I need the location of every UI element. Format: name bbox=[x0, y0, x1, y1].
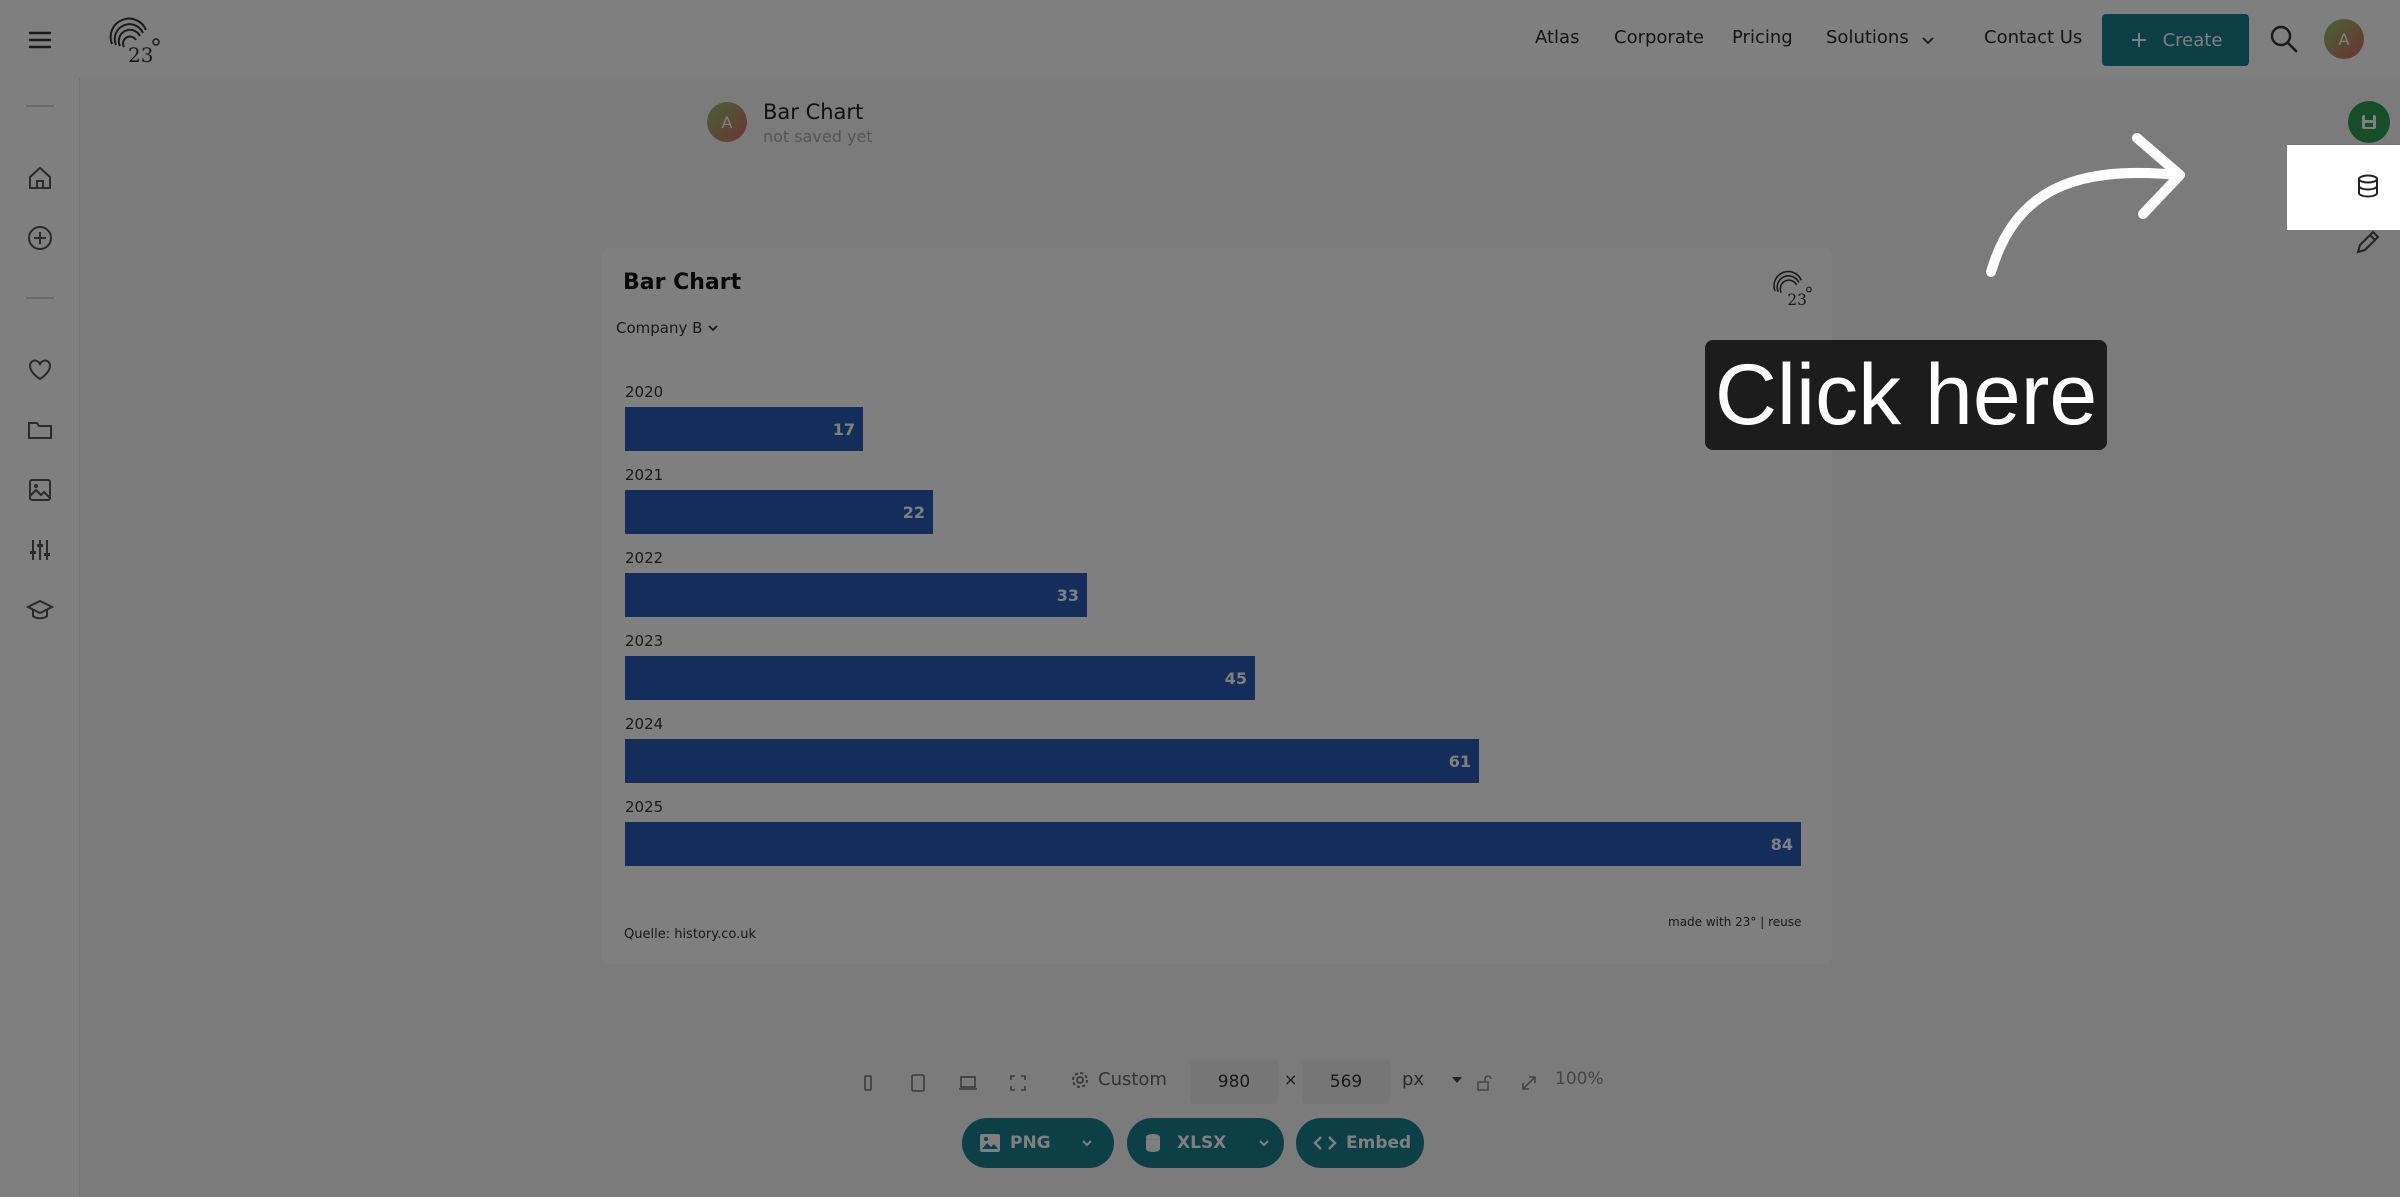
folder-icon[interactable] bbox=[22, 412, 58, 448]
export-png-label: PNG bbox=[1010, 1133, 1051, 1153]
tutorial-arrow bbox=[1986, 133, 2185, 277]
export-xlsx-button[interactable]: XLSX bbox=[1127, 1118, 1284, 1168]
sidebar-divider bbox=[26, 105, 54, 107]
chart-credit-link[interactable]: made with 23° | reuse bbox=[1668, 915, 1801, 929]
dimension-separator: × bbox=[1284, 1070, 1298, 1089]
pencil-icon[interactable] bbox=[2352, 226, 2384, 258]
chevron-down-icon[interactable] bbox=[1918, 31, 1938, 51]
sidebar-divider bbox=[26, 297, 54, 299]
export-xlsx-label: XLSX bbox=[1177, 1133, 1227, 1153]
bar-value-label: 33 bbox=[1057, 586, 1079, 605]
size-preset-label: Custom bbox=[1098, 1069, 1167, 1090]
image-icon[interactable] bbox=[22, 472, 58, 508]
chart-title[interactable]: Bar Chart bbox=[623, 270, 741, 295]
category-label: 2022 bbox=[625, 549, 663, 567]
tablet-size-icon[interactable] bbox=[905, 1070, 931, 1096]
width-input[interactable] bbox=[1190, 1060, 1278, 1104]
hamburger-menu-icon[interactable] bbox=[24, 24, 56, 56]
bar-value-label: 17 bbox=[833, 420, 855, 439]
height-input[interactable] bbox=[1302, 1060, 1390, 1104]
embed-button[interactable]: Embed bbox=[1296, 1118, 1424, 1168]
resize-icon[interactable] bbox=[1516, 1070, 1542, 1096]
chart-source: Quelle: history.co.uk bbox=[624, 927, 756, 942]
left-sidebar bbox=[0, 78, 80, 1197]
bar-value-label: 45 bbox=[1225, 669, 1247, 688]
add-circle-icon[interactable] bbox=[22, 220, 58, 256]
bar-chart-plot: 2020 17 2021 22 2022 33 2023 45 2024 61 2025 84 bbox=[625, 383, 1801, 866]
size-preset-select[interactable]: Custom bbox=[1070, 1069, 1167, 1090]
fullscreen-icon[interactable] bbox=[1005, 1070, 1031, 1096]
bar[interactable] bbox=[625, 822, 1801, 866]
nav-pricing[interactable]: Pricing bbox=[1732, 27, 1793, 48]
bar[interactable] bbox=[625, 490, 933, 534]
bar[interactable] bbox=[625, 656, 1255, 700]
create-button[interactable]: Create bbox=[2102, 14, 2249, 66]
export-png-button[interactable]: PNG bbox=[962, 1118, 1114, 1168]
category-label: 2024 bbox=[625, 715, 663, 733]
embed-label: Embed bbox=[1346, 1133, 1412, 1153]
unit-select[interactable]: px bbox=[1402, 1069, 1424, 1090]
chart-brand-logo: 23 bbox=[1770, 268, 1814, 308]
sliders-icon[interactable] bbox=[22, 532, 58, 568]
nav-atlas[interactable]: Atlas bbox=[1535, 27, 1579, 48]
graduation-cap-icon[interactable] bbox=[22, 592, 58, 628]
document-title[interactable]: Bar Chart bbox=[763, 100, 863, 124]
nav-contact-us[interactable]: Contact Us bbox=[1984, 27, 2082, 48]
image-icon bbox=[978, 1132, 1002, 1154]
bar-value-label: 22 bbox=[903, 503, 925, 522]
search-icon[interactable] bbox=[2268, 23, 2300, 55]
document-save-status: not saved yet bbox=[763, 127, 873, 146]
series-selector[interactable]: Company B bbox=[616, 319, 720, 337]
category-label: 2021 bbox=[625, 466, 663, 484]
svg-text:23: 23 bbox=[1787, 291, 1807, 308]
nav-solutions[interactable]: Solutions bbox=[1826, 27, 1909, 48]
category-label: 2023 bbox=[625, 632, 663, 650]
caret-down-icon[interactable] bbox=[1450, 1073, 1464, 1087]
category-label: 2025 bbox=[625, 798, 663, 816]
bar-value-label: 84 bbox=[1771, 835, 1793, 854]
user-avatar[interactable]: A bbox=[2324, 19, 2364, 59]
series-selector-label: Company B bbox=[616, 319, 703, 337]
chevron-down-icon[interactable] bbox=[1079, 1135, 1095, 1151]
save-button[interactable] bbox=[2348, 101, 2390, 143]
phone-size-icon[interactable] bbox=[855, 1070, 881, 1096]
svg-text:23: 23 bbox=[128, 43, 153, 66]
top-bar: 23 Atlas Corporate Pricing Solutions Con… bbox=[0, 0, 2400, 79]
home-icon[interactable] bbox=[22, 160, 58, 196]
bar[interactable] bbox=[625, 739, 1479, 783]
code-icon bbox=[1312, 1133, 1338, 1153]
gear-icon bbox=[1070, 1070, 1090, 1090]
zoom-level: 100% bbox=[1555, 1069, 1604, 1089]
document-owner-avatar: A bbox=[707, 102, 747, 142]
category-label: 2020 bbox=[625, 383, 663, 401]
plus-icon bbox=[2129, 30, 2149, 50]
bar-value-label: 61 bbox=[1449, 752, 1471, 771]
chevron-down-icon bbox=[706, 321, 720, 335]
database-icon bbox=[1143, 1132, 1163, 1154]
heart-icon[interactable] bbox=[22, 352, 58, 388]
create-button-label: Create bbox=[2162, 29, 2223, 51]
database-icon[interactable] bbox=[2346, 164, 2390, 208]
bar[interactable] bbox=[625, 573, 1087, 617]
bar[interactable] bbox=[625, 407, 863, 451]
tutorial-tooltip: Click here bbox=[1705, 340, 2107, 450]
unlock-icon[interactable] bbox=[1471, 1070, 1497, 1096]
brand-logo[interactable]: 23 bbox=[106, 14, 162, 66]
chevron-down-icon[interactable] bbox=[1256, 1135, 1272, 1151]
laptop-size-icon[interactable] bbox=[955, 1070, 981, 1096]
nav-corporate[interactable]: Corporate bbox=[1614, 27, 1704, 48]
